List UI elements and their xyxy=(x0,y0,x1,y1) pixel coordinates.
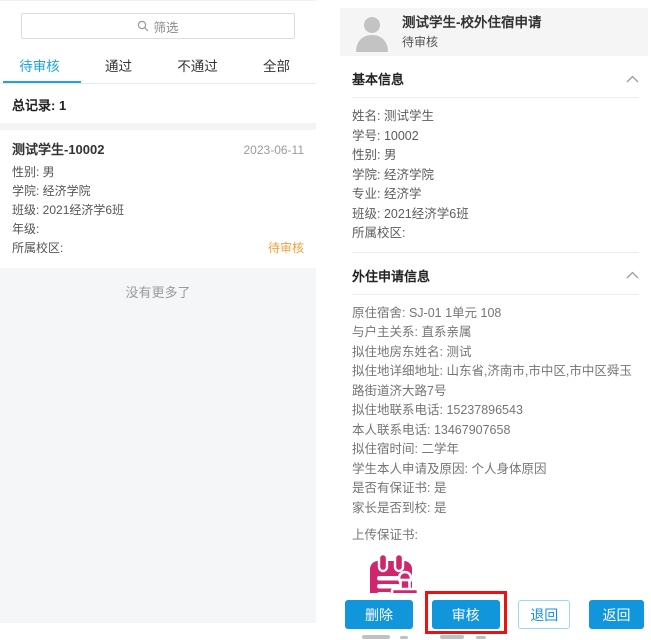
search-input[interactable]: 筛选 xyxy=(21,13,295,39)
chevron-up-icon[interactable] xyxy=(626,271,639,279)
field-has-guarantee: 是否有保证书: 是 xyxy=(352,479,639,499)
field-residence-phone: 拟住地联系电话: 15237896543 xyxy=(352,401,639,421)
list-item-date: 2023-06-11 xyxy=(244,143,305,157)
total-records: 总记录: 1 xyxy=(0,84,316,123)
avatar-icon xyxy=(352,12,392,52)
app-window: 筛选 待审核 通过 不通过 全部 总记录: 1 测试学生-10002 2023-… xyxy=(0,0,651,640)
search-icon xyxy=(137,20,149,32)
status-badge: 待审核 xyxy=(268,239,304,258)
back-button[interactable]: 返回 xyxy=(589,600,644,629)
apply-fields: 原住宿舍: SJ-01 1单元 108 与户主关系: 直系亲属 拟住地房东姓名:… xyxy=(352,295,639,527)
list-item-campus: 所属校区: xyxy=(12,239,63,258)
section-apply-header[interactable]: 外住申请信息 xyxy=(352,253,639,295)
field-campus: 所属校区: xyxy=(352,224,639,244)
detail-title: 测试学生-校外住宿申请 xyxy=(402,14,542,31)
upload-guarantee-label: 上传保证书: xyxy=(340,526,651,545)
section-basic-header[interactable]: 基本信息 xyxy=(352,56,639,98)
section-apply-title: 外住申请信息 xyxy=(352,266,430,285)
detail-panel: 测试学生-校外住宿申请 待审核 基本信息 姓名: 测试学生 学号: 10002 … xyxy=(340,0,651,640)
list-item-gender: 性别: 男 xyxy=(12,163,304,182)
tab-pending[interactable]: 待审核 xyxy=(0,47,79,83)
field-duration: 拟住宿时间: 二学年 xyxy=(352,440,639,460)
list-empty-area: 没有更多了 xyxy=(0,268,316,623)
list-item-college: 学院: 经济学院 xyxy=(12,182,304,201)
list-item-class: 班级: 2021经济学6班 xyxy=(12,201,304,220)
tab-all[interactable]: 全部 xyxy=(237,47,316,83)
section-basic-info: 基本信息 姓名: 测试学生 学号: 10002 性别: 男 学院: 经济学院 专… xyxy=(340,56,651,252)
field-college: 学院: 经济学院 xyxy=(352,166,639,186)
clipped-content-artifacts xyxy=(348,634,548,640)
status-tabs: 待审核 通过 不通过 全部 xyxy=(0,47,316,84)
field-name: 姓名: 测试学生 xyxy=(352,107,639,127)
field-landlord-name: 拟住地房东姓名: 测试 xyxy=(352,343,639,363)
list-item[interactable]: 测试学生-10002 2023-06-11 性别: 男 学院: 经济学院 班级:… xyxy=(0,130,316,268)
record-list-panel: 筛选 待审核 通过 不通过 全部 总记录: 1 测试学生-10002 2023-… xyxy=(0,0,316,623)
field-reason: 学生本人申请及原因: 个人身体原因 xyxy=(352,460,639,480)
field-original-dorm: 原住宿舍: SJ-01 1单元 108 xyxy=(352,304,639,324)
detail-status: 待审核 xyxy=(402,33,542,50)
list-item-grade: 年级: xyxy=(12,220,304,239)
tab-rejected[interactable]: 不通过 xyxy=(158,47,237,83)
divider-band xyxy=(0,123,316,130)
field-class: 班级: 2021经济学6班 xyxy=(352,205,639,225)
field-parent-visit: 家长是否到校: 是 xyxy=(352,499,639,519)
field-personal-phone: 本人联系电话: 13467907658 xyxy=(352,421,639,441)
basic-fields: 姓名: 测试学生 学号: 10002 性别: 男 学院: 经济学院 专业: 经济… xyxy=(352,98,639,252)
search-placeholder: 筛选 xyxy=(153,17,178,36)
field-address: 拟住地详细地址: 山东省,济南市,市中区,市中区舜玉路街道济大路7号 xyxy=(352,362,639,401)
tab-approved[interactable]: 通过 xyxy=(79,47,158,83)
action-bar: 删除 审核 退回 返回 xyxy=(340,593,651,640)
section-apply-info: 外住申请信息 原住宿舍: SJ-01 1单元 108 与户主关系: 直系亲属 拟… xyxy=(340,253,651,527)
detail-header: 测试学生-校外住宿申请 待审核 xyxy=(340,8,648,56)
field-student-id: 学号: 10002 xyxy=(352,127,639,147)
field-householder-relation: 与户主关系: 直系亲属 xyxy=(352,323,639,343)
review-button[interactable]: 审核 xyxy=(432,600,500,629)
no-more-text: 没有更多了 xyxy=(125,285,190,300)
chevron-up-icon[interactable] xyxy=(626,75,639,83)
section-basic-title: 基本信息 xyxy=(352,69,404,88)
active-tab-underline xyxy=(3,81,81,83)
search-bar: 筛选 xyxy=(0,0,316,47)
field-gender: 性别: 男 xyxy=(352,146,639,166)
reject-button[interactable]: 退回 xyxy=(518,600,570,629)
field-major: 专业: 经济学 xyxy=(352,185,639,205)
delete-button[interactable]: 删除 xyxy=(345,600,413,629)
list-item-title: 测试学生-10002 xyxy=(12,139,104,158)
